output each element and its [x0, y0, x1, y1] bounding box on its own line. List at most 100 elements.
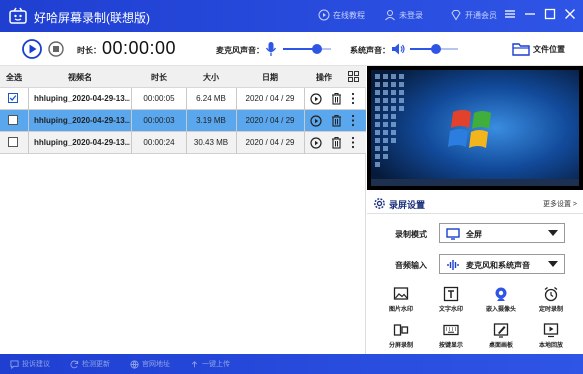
- webcam-icon: [495, 287, 507, 301]
- play-video-icon[interactable]: [310, 93, 322, 105]
- tool-alarm[interactable]: 定时录制: [527, 286, 575, 316]
- login-link[interactable]: 未登录: [384, 9, 423, 21]
- mic-volume-slider[interactable]: [283, 44, 331, 54]
- record-control-bar: 时长： 00:00:00 麦克风声音： 系统声音： 文件位置: [0, 32, 583, 66]
- delete-icon[interactable]: [331, 114, 342, 127]
- system-volume-slider[interactable]: [410, 44, 458, 54]
- tool-split-screen[interactable]: 分屏录制: [377, 322, 425, 352]
- maximize-button[interactable]: [542, 6, 558, 22]
- row-checkbox[interactable]: [8, 137, 18, 147]
- date-cell: 2020 / 04 / 29: [245, 138, 295, 147]
- tool-label: 分屏录制: [388, 343, 413, 349]
- refresh-icon: [70, 360, 79, 368]
- speaker-icon[interactable]: [390, 41, 406, 57]
- mic-volume-knob[interactable]: [311, 44, 322, 54]
- tool-keyboard[interactable]: 按键显示: [427, 322, 475, 352]
- delete-icon[interactable]: [331, 136, 342, 149]
- tool-label: 按键显示: [438, 343, 463, 349]
- settings-gear-icon: [373, 197, 386, 210]
- chevron-down-icon: [548, 261, 558, 267]
- check-update-link[interactable]: 检测更新: [70, 359, 110, 369]
- desktop-preview-image: [367, 66, 583, 190]
- audio-wave-icon: [446, 259, 460, 271]
- feedback-link[interactable]: 投诉建议: [10, 359, 50, 369]
- video-name-cell: hhluping_2020-04-29-13...: [34, 138, 130, 147]
- app-title: 好哈屏幕录制(联想版): [34, 11, 150, 25]
- audio-input-select[interactable]: 麦克风和系统声音: [439, 254, 565, 274]
- date-cell: 2020 / 04 / 29: [245, 116, 295, 125]
- tool-label: 桌面画板: [488, 343, 513, 349]
- system-volume-knob[interactable]: [431, 44, 442, 54]
- table-row[interactable]: hhluping_2020-04-29-13... 00:00:03 3.19 MB…: [0, 110, 366, 132]
- column-divider: [304, 132, 305, 154]
- name-header: 视频名: [68, 73, 92, 82]
- upload-icon: [191, 360, 198, 367]
- file-location-button[interactable]: 文件位置: [512, 40, 578, 58]
- more-options-icon[interactable]: [350, 114, 356, 127]
- member-label: 开通会员: [465, 10, 497, 20]
- play-video-icon[interactable]: [310, 137, 322, 149]
- right-panel: 录屏设置 更多设置 > 录制模式 全屏 音频输入 麦克风和系统声音 图片水印 文字…: [367, 66, 583, 354]
- upload-link[interactable]: 一键上传: [190, 359, 230, 369]
- size-cell: 6.24 MB: [196, 94, 226, 103]
- row-checkbox[interactable]: [8, 115, 18, 125]
- tool-label: 本地回放: [538, 343, 563, 349]
- more-settings-link[interactable]: 更多设置 >: [543, 199, 577, 209]
- stop-record-button[interactable]: [48, 41, 64, 57]
- tool-image-watermark[interactable]: 图片水印: [377, 286, 425, 316]
- row-checkbox[interactable]: [8, 93, 18, 103]
- title-bar: 好哈屏幕录制(联想版) 在线教程 未登录 开通会员: [0, 0, 583, 32]
- close-button[interactable]: [562, 6, 578, 22]
- grid-view-icon[interactable]: [348, 71, 359, 82]
- minimize-button[interactable]: [522, 6, 538, 22]
- tool-webcam[interactable]: 嵌入摄像头: [477, 286, 525, 316]
- play-circle-icon: [318, 9, 330, 21]
- tool-playback[interactable]: 本地回放: [527, 322, 575, 352]
- recording-list-panel: 全选 视频名 时长 大小 日期 操作 hhluping_2020-04-29-1…: [0, 66, 366, 354]
- screen-preview: [367, 66, 583, 190]
- record-mode-select[interactable]: 全屏: [439, 223, 565, 243]
- tool-label: 定时录制: [538, 307, 563, 313]
- record-timer: 00:00:00: [102, 38, 177, 58]
- more-options-icon[interactable]: [350, 92, 356, 105]
- duration-cell: 00:00:03: [143, 116, 175, 125]
- file-location-label: 文件位置: [533, 44, 565, 54]
- size-cell: 3.19 MB: [196, 116, 226, 125]
- duration-label: 时长：: [77, 46, 101, 55]
- record-mode-row: 录制模式 全屏: [367, 223, 583, 245]
- actions-header: 操作: [316, 73, 332, 82]
- online-tutorial-label: 在线教程: [333, 10, 365, 20]
- checkmark-icon: [9, 95, 17, 101]
- feedback-icon: [10, 359, 19, 369]
- column-divider: [304, 88, 305, 110]
- play-video-icon[interactable]: [310, 115, 322, 127]
- online-tutorial-link[interactable]: 在线教程: [318, 9, 365, 21]
- play-icon: [22, 39, 42, 59]
- tool-text-watermark[interactable]: 文字水印: [427, 286, 475, 316]
- delete-icon[interactable]: [331, 92, 342, 105]
- start-record-button[interactable]: [22, 39, 42, 59]
- table-row[interactable]: hhluping_2020-04-29-13... 00:00:24 30.43 M…: [0, 132, 366, 154]
- app-logo-icon: [8, 6, 28, 26]
- text-watermark-icon: [443, 286, 459, 302]
- table-header: 全选 视频名 时长 大小 日期 操作: [0, 66, 366, 88]
- record-settings-title: 录屏设置: [389, 200, 426, 210]
- feedback-label: 投诉建议: [22, 361, 50, 368]
- website-link[interactable]: 官网地址: [130, 359, 170, 369]
- duration-cell: 00:00:05: [143, 94, 175, 103]
- duration-header: 时长: [151, 73, 167, 82]
- microphone-icon[interactable]: [265, 41, 277, 57]
- website-label: 官网地址: [142, 361, 170, 368]
- video-name-cell: hhluping_2020-04-29-13...: [34, 116, 130, 125]
- folder-icon: [512, 43, 530, 56]
- table-row[interactable]: hhluping_2020-04-29-13... 00:00:05 6.24 MB…: [0, 88, 366, 110]
- size-cell: 30.43 MB: [193, 138, 229, 147]
- tool-draw-board[interactable]: 桌面画板: [477, 322, 525, 352]
- more-options-icon[interactable]: [350, 136, 356, 149]
- member-link[interactable]: 开通会员: [450, 9, 497, 21]
- menu-button[interactable]: [502, 6, 518, 22]
- alarm-icon: [544, 286, 558, 302]
- playback-icon: [543, 323, 559, 338]
- split-screen-icon: [393, 324, 409, 336]
- select-all-header[interactable]: 全选: [6, 72, 22, 83]
